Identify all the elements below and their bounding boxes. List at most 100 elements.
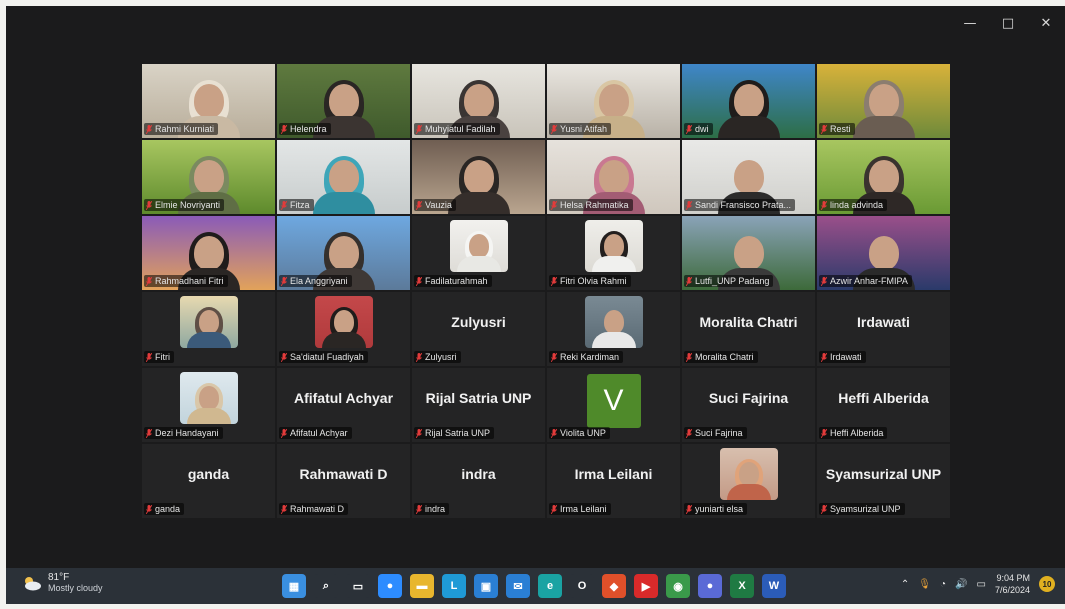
participant-tile[interactable]: Vauzia: [412, 140, 545, 214]
participant-tile[interactable]: Syamsurizal UNP Syamsurizal UNP: [817, 444, 950, 518]
participant-name: ganda: [155, 504, 181, 514]
participant-display-name: Moralita Chatri: [699, 314, 798, 330]
participant-tile[interactable]: indra indra: [412, 444, 545, 518]
profile-picture: [584, 296, 643, 348]
search-icon[interactable]: ⌕: [314, 574, 338, 598]
participant-tile[interactable]: Fitri Olvia Rahmi: [547, 216, 680, 290]
participant-tile[interactable]: Sandi Fransisco Prata...: [682, 140, 815, 214]
l-app-icon[interactable]: L: [442, 574, 466, 598]
clock[interactable]: 9:04 PM 7/6/2024: [995, 572, 1030, 596]
participant-tile[interactable]: Rijal Satria UNP Rijal Satria UNP: [412, 368, 545, 442]
teams-icon[interactable]: ●: [698, 574, 722, 598]
participant-tile[interactable]: Resti: [817, 64, 950, 138]
participant-tile[interactable]: Muhyiatul Fadilah: [412, 64, 545, 138]
participant-tile[interactable]: Fitri: [142, 292, 275, 366]
muted-mic-icon: [146, 124, 152, 134]
participant-name-label: Lutfi_UNP Padang: [684, 275, 774, 287]
edge-icon[interactable]: e: [538, 574, 562, 598]
chevron-up-icon[interactable]: ⌃: [901, 579, 909, 590]
mail-icon[interactable]: ✉: [506, 574, 530, 598]
participant-name-label: Helsa Rahmatika: [549, 199, 633, 211]
participant-tile[interactable]: ganda ganda: [142, 444, 275, 518]
zoom-icon[interactable]: ●: [378, 574, 402, 598]
participant-tile[interactable]: yuniarti elsa: [682, 444, 815, 518]
muted-mic-icon: [551, 276, 557, 286]
participant-tile[interactable]: Rahmi Kurniati: [142, 64, 275, 138]
participant-tile[interactable]: Elmie Novriyanti: [142, 140, 275, 214]
participant-tile[interactable]: Rahmawati D Rahmawati D: [277, 444, 410, 518]
participant-name-label: Suci Fajrina: [684, 427, 747, 439]
participant-name-label: Zulyusri: [414, 351, 461, 363]
participant-name-label: Fitri Olvia Rahmi: [549, 275, 631, 287]
mic-tray-icon[interactable]: 🎙: [918, 579, 931, 590]
participant-name-label: Vauzia: [414, 199, 456, 211]
participant-name: Rahmawati D: [290, 504, 345, 514]
participant-tile[interactable]: Ela Anggriyani: [277, 216, 410, 290]
participant-tile[interactable]: linda advinda: [817, 140, 950, 214]
chrome-icon[interactable]: ◉: [666, 574, 690, 598]
participant-name: Violita UNP: [560, 428, 606, 438]
participant-tile[interactable]: Irdawati Irdawati: [817, 292, 950, 366]
participant-tile[interactable]: Sa'diatul Fuadiyah: [277, 292, 410, 366]
muted-mic-icon: [416, 504, 422, 514]
participant-tile[interactable]: Helsa Rahmatika: [547, 140, 680, 214]
minimize-button[interactable]: —: [951, 6, 989, 40]
participant-tile[interactable]: V Violita UNP: [547, 368, 680, 442]
participant-tile[interactable]: Azwir Anhar-FMIPA: [817, 216, 950, 290]
participant-tile[interactable]: Zulyusri Zulyusri: [412, 292, 545, 366]
participant-tile[interactable]: Moralita Chatri Moralita Chatri: [682, 292, 815, 366]
participant-display-name: Irma Leilani: [574, 466, 653, 482]
excel-icon[interactable]: X: [730, 574, 754, 598]
participant-name: Vauzia: [425, 200, 452, 210]
participant-tile[interactable]: Fitza: [277, 140, 410, 214]
participant-tile[interactable]: Lutfi_UNP Padang: [682, 216, 815, 290]
participant-tile[interactable]: Fadilaturahmah: [412, 216, 545, 290]
participant-name-label: Afifatul Achyar: [279, 427, 352, 439]
participant-name: Muhyiatul Fadilah: [425, 124, 496, 134]
muted-mic-icon: [821, 352, 827, 362]
windows-start-icon[interactable]: ▦: [282, 574, 306, 598]
brave-icon[interactable]: ◆: [602, 574, 626, 598]
participant-tile[interactable]: Reki Kardiman: [547, 292, 680, 366]
maximize-button[interactable]: □: [989, 6, 1027, 40]
participant-name: Irdawati: [830, 352, 862, 362]
youtube-icon[interactable]: ▶: [634, 574, 658, 598]
participant-display-name: Zulyusri: [451, 314, 506, 330]
participant-figure: [717, 80, 780, 138]
word-icon[interactable]: W: [762, 574, 786, 598]
clock-date: 7/6/2024: [994, 585, 1030, 595]
participant-tile[interactable]: Heffi Alberida Heffi Alberida: [817, 368, 950, 442]
participant-name-label: Ela Anggriyani: [279, 275, 352, 287]
participant-name-label: Irma Leilani: [549, 503, 611, 515]
muted-mic-icon: [551, 504, 557, 514]
battery-icon[interactable]: ▭: [977, 579, 986, 590]
participant-tile[interactable]: Irma Leilani Irma Leilani: [547, 444, 680, 518]
close-button[interactable]: ✕: [1027, 6, 1065, 40]
profile-picture: [449, 220, 508, 272]
participant-name-label: Irdawati: [819, 351, 866, 363]
participant-tile[interactable]: Helendra: [277, 64, 410, 138]
window-controls: — □ ✕: [951, 6, 1065, 40]
participant-name: Fitri: [155, 352, 170, 362]
file-explorer-icon[interactable]: ▬: [410, 574, 434, 598]
participant-tile[interactable]: Suci Fajrina Suci Fajrina: [682, 368, 815, 442]
participant-tile[interactable]: Dezi Handayani: [142, 368, 275, 442]
participant-tile[interactable]: Yusni Atifah: [547, 64, 680, 138]
participant-name: Irma Leilani: [560, 504, 607, 514]
profile-picture: [314, 296, 373, 348]
participant-tile[interactable]: Afifatul Achyar Afifatul Achyar: [277, 368, 410, 442]
weather-widget[interactable]: 81°F Mostly cloudy: [20, 572, 103, 594]
wifi-icon[interactable]: ◔: [940, 579, 946, 590]
task-view-icon[interactable]: ▭: [346, 574, 370, 598]
participant-tile[interactable]: dwi: [682, 64, 815, 138]
profile-picture: [584, 220, 643, 272]
system-tray: ⌃ 🎙 ◔ 🔊 ▭ 9:04 PM 7/6/2024 10: [901, 572, 1055, 596]
muted-mic-icon: [416, 200, 422, 210]
calendar-icon[interactable]: ▣: [474, 574, 498, 598]
notification-badge[interactable]: 10: [1039, 576, 1055, 592]
participant-tile[interactable]: Rahmadhani Fitri: [142, 216, 275, 290]
muted-mic-icon: [686, 124, 692, 134]
volume-icon[interactable]: 🔊: [955, 579, 967, 590]
participant-name: Suci Fajrina: [695, 428, 743, 438]
opera-icon[interactable]: O: [570, 574, 594, 598]
